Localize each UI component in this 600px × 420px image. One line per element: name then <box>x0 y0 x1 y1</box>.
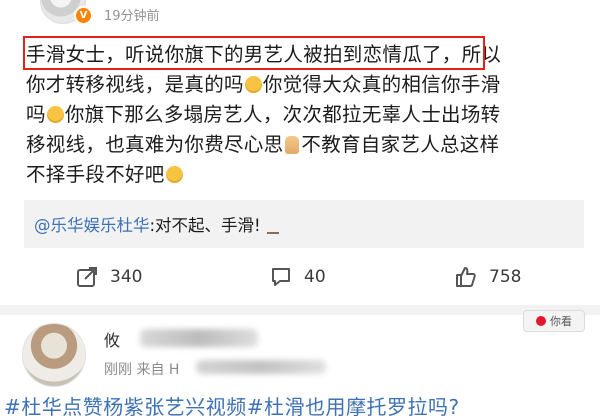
doge-emoji-icon <box>244 76 262 93</box>
doge-emoji-icon <box>46 106 64 123</box>
watermark-logo: 你看 <box>523 310 585 332</box>
reply-user-link[interactable]: @乐华娱乐杜华 <box>34 216 150 235</box>
post-text: 你旗下那么多塌房艺人，次次都拉无辜人士出场转 <box>64 103 501 126</box>
kneel-emoji-icon <box>266 214 279 234</box>
share-button[interactable]: 340 <box>76 265 142 289</box>
post-timestamp: 19分钟前 <box>104 9 160 24</box>
comment-count: 40 <box>304 267 326 287</box>
verified-badge-icon: V <box>74 6 93 25</box>
post-text: 你才转移视线，是真的吗 <box>26 73 244 96</box>
post-line-2: 你才转移视线，是真的吗 你觉得大众真的相信你手滑 <box>26 70 586 100</box>
hashtag-topics[interactable]: #杜华点赞杨紫张艺兴视频#杜滑也用摩托罗拉吗? <box>4 391 460 420</box>
reply-content[interactable]: @乐华娱乐杜华:对不起、手滑! <box>34 212 279 236</box>
post-text: 不择手段不好吧 <box>26 163 165 186</box>
thumbs-up-icon <box>456 267 476 287</box>
commenter-avatar[interactable] <box>22 323 86 387</box>
thumbs-up-emoji-icon <box>285 136 300 154</box>
blurred-name-redaction <box>140 329 258 347</box>
comment-meta: 刚刚 来自 H <box>104 362 180 378</box>
post-text: 吗 <box>26 103 46 126</box>
highlight-annotation-box <box>23 36 485 70</box>
share-icon <box>77 267 97 287</box>
section-divider <box>0 305 600 315</box>
post-text: 你觉得大众真的相信你手滑 <box>262 73 501 96</box>
blurred-source-redaction <box>196 360 326 374</box>
share-count: 340 <box>110 267 143 287</box>
post-text: 移视线，也真难为你费尽心思 <box>26 133 284 156</box>
post-text: 不教育自家艺人总这样 <box>301 133 500 156</box>
like-button[interactable]: 758 <box>455 265 521 289</box>
pleading-emoji-icon <box>165 166 183 183</box>
post-line-3: 吗你旗下那么多塌房艺人，次次都拉无辜人士出场转 <box>26 100 586 130</box>
comment-icon <box>272 268 290 286</box>
reply-text: :对不起、手滑! <box>149 216 261 235</box>
post-line-4: 移视线，也真难为你费尽心思 不教育自家艺人总这样 <box>26 130 586 160</box>
watermark-icon <box>536 316 546 326</box>
post-line-5: 不择手段不好吧 <box>26 160 586 190</box>
like-count: 758 <box>489 267 522 287</box>
watermark-label: 你看 <box>550 315 572 328</box>
commenter-name[interactable]: 攸 <box>104 327 120 351</box>
comment-button[interactable]: 40 <box>270 265 326 289</box>
